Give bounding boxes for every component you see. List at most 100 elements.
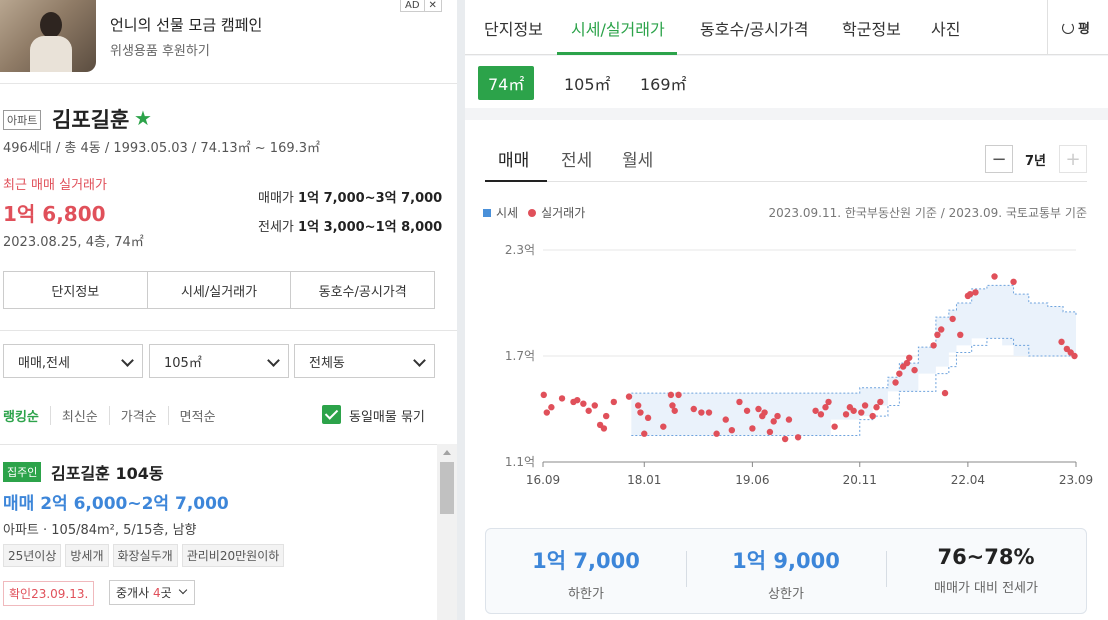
ad-subtitle[interactable]: 위생용품 후원하기 [110, 40, 210, 59]
trade-point [690, 405, 697, 413]
sort-price[interactable]: 가격순 [108, 406, 168, 425]
sort-latest[interactable]: 최신순 [49, 406, 109, 425]
subtab-monthly[interactable]: 월세 [622, 146, 653, 171]
chevron-down-icon [413, 354, 426, 367]
tab-photos[interactable]: 사진 [931, 16, 960, 40]
trade-point [972, 289, 979, 296]
tab-school[interactable]: 학군정보 [842, 16, 901, 40]
trade-point [877, 398, 884, 406]
trade-point [873, 404, 880, 411]
ad-photo-person-head [40, 12, 62, 38]
section-tab-price[interactable]: 시세/실거래가 [146, 272, 291, 308]
summary-high-value: 1억 9,000 [732, 549, 840, 573]
area-169-button[interactable]: 169㎡ [640, 66, 687, 100]
trade-point [1058, 338, 1065, 346]
trade-point [957, 331, 964, 338]
list-divider [0, 444, 437, 445]
trade-point [644, 414, 652, 422]
legend-price-label: 시세 [496, 206, 519, 220]
trade-point [1071, 352, 1078, 360]
trade-point [625, 393, 633, 400]
dong-select[interactable]: 전체동 [294, 344, 435, 378]
summary-high: 1억 9,000 상한가 [686, 529, 886, 613]
price-summary: 1억 7,000 하한가 1억 9,000 상한가 76~78% 매매가 대비 … [485, 528, 1087, 614]
broker-count: 4 [152, 586, 161, 600]
group-listings-label[interactable]: 동일매물 묶기 [349, 406, 425, 425]
trade-point [755, 405, 762, 413]
y-tick-label: 1.1억 [505, 455, 535, 469]
subtab-jeonse[interactable]: 전세 [561, 146, 592, 171]
area-value: 105㎡ [164, 355, 202, 371]
chevron-down-icon [121, 354, 134, 367]
tab-complex-info[interactable]: 단지정보 [484, 16, 543, 40]
sort-ranking[interactable]: 랭킹순 [3, 406, 50, 425]
scroll-up-arrow-icon[interactable] [443, 450, 451, 455]
trade-point [825, 398, 832, 406]
trade-point [634, 402, 642, 409]
trade-point [794, 434, 802, 441]
panel-divider [457, 0, 465, 620]
trade-point [896, 370, 903, 377]
area-select[interactable]: 105㎡ [149, 344, 289, 378]
trade-point [671, 407, 678, 414]
summary-low-value: 1억 7,000 [532, 549, 640, 573]
listing-title[interactable]: 김포길훈 104동 [51, 460, 164, 484]
group-listings-checkbox[interactable] [322, 405, 341, 424]
period-value: 7년 [1025, 154, 1047, 169]
trade-point [600, 425, 608, 432]
trade-type-value: 매매,전세 [18, 355, 70, 371]
trade-type-select[interactable]: 매매,전세 [3, 344, 143, 378]
trade-point [858, 409, 865, 416]
x-tick-label: 23.09 [1059, 473, 1093, 487]
section-tab-unit[interactable]: 동호수/공시가격 [290, 272, 434, 308]
trade-point [660, 423, 667, 430]
ad-title[interactable]: 언니의 선물 모금 캠페인 [110, 14, 262, 35]
jeonse-price-label: 전세가 [258, 220, 294, 235]
trade-point [543, 409, 551, 416]
period-minus-button[interactable]: − [985, 145, 1013, 173]
ad-banner[interactable]: 언니의 선물 모금 캠페인 위생용품 후원하기 AD ✕ [0, 0, 457, 84]
trade-point [770, 418, 777, 425]
scrollbar-thumb[interactable] [440, 462, 454, 514]
trade-point [574, 396, 581, 404]
subtab-sale[interactable]: 매매 [498, 146, 529, 171]
trade-point [591, 402, 598, 409]
trade-point [817, 411, 825, 418]
tab-unit-official[interactable]: 동호수/공시가격 [700, 16, 808, 40]
unit-toggle-button[interactable]: 평 [1047, 0, 1108, 55]
summary-low-label: 하한가 [568, 587, 604, 602]
x-tick-label: 18.01 [627, 473, 661, 487]
complex-name: 김포길훈 [52, 108, 130, 132]
summary-ratio: 76~78% 매매가 대비 전세가 [886, 529, 1086, 613]
trade-point [869, 412, 876, 420]
complex-info: 496세대 / 총 4동 / 1993.05.03 / 74.13㎡ ~ 169… [3, 141, 321, 156]
recent-trade-label: 최근 매매 실거래가 [3, 178, 107, 193]
ad-photo-person-body [30, 36, 72, 72]
ad-close-icon[interactable]: ✕ [423, 0, 441, 11]
confirm-date-badge: 확인23.09.13. [3, 581, 95, 606]
area-74-button[interactable]: 74㎡ [478, 66, 535, 100]
favorite-star-icon[interactable]: ★ [134, 106, 152, 130]
subtab-baseline [485, 181, 1087, 182]
recent-trade-price: 1억 6,800 [3, 202, 106, 226]
ad-thumbnail[interactable] [0, 0, 96, 72]
trade-point [785, 416, 793, 423]
sort-area[interactable]: 면적순 [167, 406, 227, 425]
listing-price: 매매 2억 6,000~2억 7,000 [3, 494, 229, 514]
trade-point [892, 379, 899, 386]
feature-chip: 관리비20만원이하 [181, 544, 285, 567]
area-selector: 74㎡ 105㎡ 169㎡ [465, 56, 1108, 108]
price-chart[interactable]: 1.1억 1.7억 2.3억 16.09 18.01 19.06 20.11 22.04 23.… [465, 232, 1108, 492]
trade-point [713, 430, 720, 437]
area-105-button[interactable]: 105㎡ [564, 66, 611, 100]
chevron-down-icon [267, 354, 280, 367]
period-plus-button[interactable]: + [1059, 145, 1087, 173]
trade-point [705, 409, 713, 416]
section-tab-info[interactable]: 단지정보 [4, 272, 147, 308]
active-tab-underline [557, 52, 677, 55]
tab-price-trade[interactable]: 시세/실거래가 [571, 16, 665, 40]
y-tick-label: 2.3억 [505, 243, 535, 257]
legend-trade-swatch [528, 208, 537, 217]
broker-dropdown[interactable]: 중개사 4곳 [109, 580, 195, 605]
summary-ratio-value: 76~78% [937, 545, 1035, 569]
